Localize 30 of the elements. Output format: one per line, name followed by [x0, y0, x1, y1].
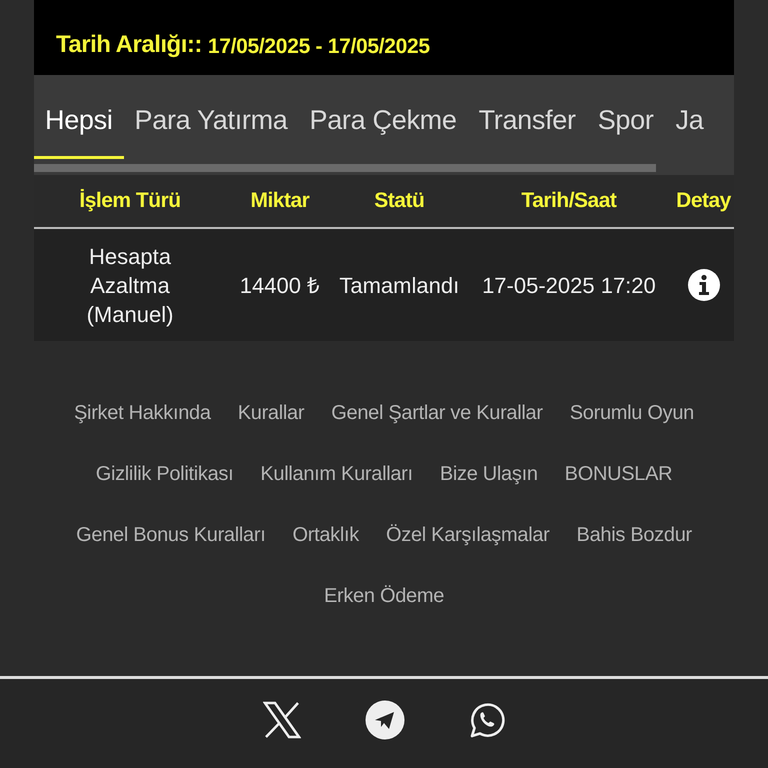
date-range-value: 17/05/2025 - 17/05/2025: [208, 35, 430, 59]
tab[interactable]: Ja: [664, 105, 714, 159]
tab[interactable]: Transfer: [468, 105, 587, 159]
table-cell: Hesapta Azaltma (Manuel): [34, 228, 226, 341]
date-range-label: Tarih Aralığı::: [56, 31, 202, 59]
table-cell: 17-05-2025 17:20: [464, 228, 674, 341]
footer-link[interactable]: Bize Ulaşın: [440, 461, 538, 487]
footer-link[interactable]: Kurallar: [238, 400, 304, 426]
tab[interactable]: Hepsi: [34, 105, 124, 159]
footer-link[interactable]: Bahis Bozdur: [576, 522, 692, 548]
footer-link[interactable]: Sorumlu Oyun: [570, 400, 694, 426]
tab[interactable]: Spor: [586, 105, 665, 159]
x-logo-icon[interactable]: [263, 700, 301, 738]
scrollbar[interactable]: [34, 164, 656, 172]
footer-link[interactable]: Özel Karşılaşmalar: [386, 522, 550, 548]
tab[interactable]: Para Yatırma: [124, 105, 298, 159]
footer-link[interactable]: BONUSLAR: [564, 461, 672, 487]
footer-link[interactable]: Genel Şartlar ve Kurallar: [331, 400, 543, 426]
info-icon[interactable]: [686, 268, 721, 302]
paper-plane-icon[interactable]: [365, 700, 405, 740]
footer-link[interactable]: Erken Ödeme: [324, 583, 444, 609]
table-cell: Tamamlandı: [334, 228, 465, 341]
table-cell: 14400 ₺: [226, 228, 334, 341]
footer-link[interactable]: Kullanım Kuralları: [260, 461, 413, 487]
tab[interactable]: Para Çekme: [298, 105, 468, 159]
footer-link[interactable]: Şirket Hakkında: [74, 400, 211, 426]
footer-link[interactable]: Genel Bonus Kuralları: [76, 522, 266, 548]
footer-link[interactable]: Ortaklık: [292, 522, 359, 548]
footer-link[interactable]: Gizlilik Politikası: [96, 461, 234, 487]
phone-bubble-icon[interactable]: [469, 702, 505, 738]
